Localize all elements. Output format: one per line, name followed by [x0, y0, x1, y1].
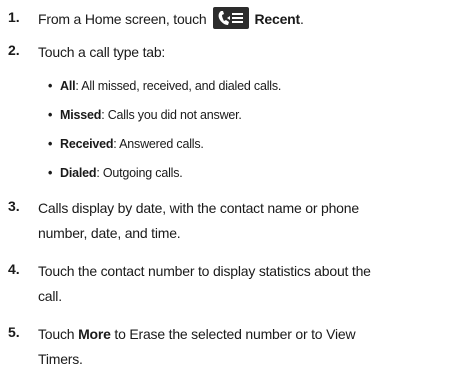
bullet: • — [48, 79, 53, 93]
tab-description: : Outgoing calls. — [96, 166, 183, 180]
step-number: 4. — [8, 261, 20, 277]
tab-description: : Calls you did not answer. — [101, 108, 242, 122]
step-5-line-1-rest: to Erase the selected number or to View — [110, 326, 356, 342]
tab-description: : Answered calls. — [113, 137, 204, 151]
tab-description: : All missed, received, and dialed calls… — [75, 79, 282, 93]
step-4-line-1: Touch the contact number to display stat… — [38, 263, 371, 279]
step-1-text: From a Home screen, touch — [38, 11, 207, 27]
step-3-line-1: Calls display by date, with the contact … — [38, 200, 359, 216]
tab-name: Dialed — [60, 166, 97, 180]
step-text: Calls display by date, with the contact … — [38, 196, 438, 246]
step-3-line-2: number, date, and time. — [38, 225, 181, 241]
step-text: Touch the contact number to display stat… — [38, 259, 438, 309]
step-text: From a Home screen, touch Recent. — [38, 7, 438, 32]
step-1-period: . — [300, 11, 304, 27]
step-number: 3. — [8, 198, 20, 214]
step-number: 1. — [8, 9, 20, 25]
step-number: 2. — [8, 42, 20, 58]
step-2-text: Touch a call type tab: — [38, 44, 166, 60]
step-text: Touch More to Erase the selected number … — [38, 322, 438, 372]
recent-label: Recent — [254, 11, 301, 27]
tab-received-item: • Received: Answered calls. — [48, 134, 204, 154]
more-label: More — [78, 326, 111, 342]
tab-name: Received — [60, 137, 114, 151]
bullet: • — [48, 108, 53, 122]
recent-calls-icon — [212, 7, 249, 30]
tab-dialed-item: • Dialed: Outgoing calls. — [48, 163, 183, 183]
step-text: Touch a call type tab: — [38, 40, 438, 65]
bullet: • — [48, 137, 53, 151]
bullet: • — [48, 166, 53, 180]
tab-name: All — [60, 79, 76, 93]
step-4-line-2: call. — [38, 288, 62, 304]
step-5-line-2: Timers. — [38, 351, 83, 367]
tab-all-item: • All: All missed, received, and dialed c… — [48, 76, 281, 96]
step-5-prefix: Touch — [38, 326, 79, 342]
step-number: 5. — [8, 324, 20, 340]
tab-missed-item: • Missed: Calls you did not answer. — [48, 105, 242, 125]
instruction-page: 1. From a Home screen, touch Recent. 2. … — [0, 0, 457, 376]
tab-name: Missed — [60, 108, 102, 122]
